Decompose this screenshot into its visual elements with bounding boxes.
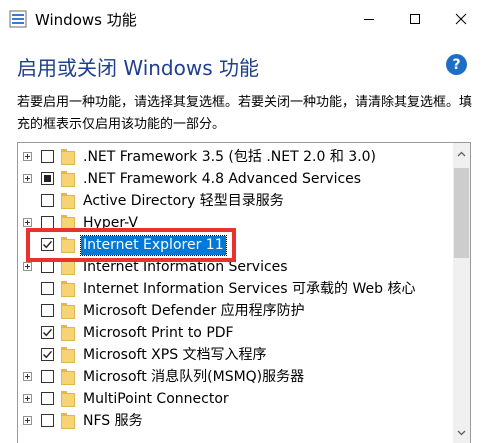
feature-checkbox[interactable]	[41, 238, 54, 251]
help-icon[interactable]: ?	[446, 54, 467, 75]
folder-icon	[61, 303, 75, 319]
folder-icon	[61, 171, 75, 187]
feature-row[interactable]: .NET Framework 4.8 Advanced Services	[18, 169, 452, 191]
folder-icon	[61, 215, 75, 231]
folder-icon	[61, 413, 75, 429]
folder-icon	[61, 347, 75, 363]
feature-label: Internet Information Services	[83, 259, 288, 275]
title-bar: Windows 功能	[0, 0, 484, 38]
folder-icon	[61, 281, 75, 297]
checkmark-icon	[43, 328, 53, 337]
feature-label: Active Directory 轻型目录服务	[83, 193, 284, 209]
feature-checkbox[interactable]	[41, 348, 54, 361]
scroll-down-button[interactable]	[453, 424, 470, 441]
feature-label: .NET Framework 3.5 (包括 .NET 2.0 和 3.0)	[83, 149, 377, 165]
checkmark-icon	[43, 240, 53, 249]
scroll-up-button[interactable]	[453, 145, 470, 162]
feature-checkbox[interactable]	[41, 304, 54, 317]
expand-icon[interactable]	[23, 152, 32, 161]
feature-checkbox[interactable]	[41, 194, 54, 207]
feature-row[interactable]: NFS 服务	[18, 411, 452, 433]
feature-row[interactable]: Internet Explorer 11	[18, 235, 452, 257]
folder-icon	[61, 369, 75, 385]
feature-row[interactable]: Active Directory 轻型目录服务	[18, 191, 452, 213]
windows-features-icon	[9, 10, 27, 28]
feature-checkbox[interactable]	[41, 260, 54, 273]
feature-label: Hyper-V	[83, 215, 138, 231]
feature-label: .NET Framework 4.8 Advanced Services	[83, 171, 362, 187]
feature-checkbox[interactable]	[41, 326, 54, 339]
window-title: Windows 功能	[35, 11, 137, 29]
feature-row[interactable]: Internet Information Services	[18, 257, 452, 279]
feature-checkbox[interactable]	[41, 392, 54, 405]
minimize-button[interactable]	[346, 0, 392, 38]
feature-label: Microsoft XPS 文档写入程序	[83, 347, 267, 363]
feature-checkbox[interactable]	[41, 370, 54, 383]
maximize-button[interactable]	[392, 0, 438, 38]
expand-icon[interactable]	[23, 218, 32, 227]
feature-tree[interactable]: .NET Framework 3.5 (包括 .NET 2.0 和 3.0) .N…	[17, 142, 471, 443]
feature-checkbox[interactable]	[41, 414, 54, 427]
chevron-down-icon	[457, 430, 466, 435]
feature-label: NFS 服务	[83, 413, 143, 429]
feature-row[interactable]: Hyper-V	[18, 213, 452, 235]
feature-row[interactable]: Microsoft Print to PDF	[18, 323, 452, 345]
feature-row[interactable]: Microsoft 消息队列(MSMQ)服务器	[18, 367, 452, 389]
feature-label: Microsoft 消息队列(MSMQ)服务器	[83, 369, 305, 385]
scroll-thumb[interactable]	[454, 168, 469, 258]
feature-row[interactable]: Microsoft Defender 应用程序防护	[18, 301, 452, 323]
feature-label: Internet Explorer 11	[80, 235, 227, 256]
expand-icon[interactable]	[23, 372, 32, 381]
page-heading: 启用或关闭 Windows 功能	[17, 56, 259, 80]
close-icon	[455, 13, 467, 25]
feature-label: Microsoft Print to PDF	[83, 325, 234, 341]
feature-row[interactable]: .NET Framework 3.5 (包括 .NET 2.0 和 3.0)	[18, 147, 452, 169]
feature-label: MultiPoint Connector	[83, 391, 229, 407]
feature-row[interactable]: Microsoft XPS 文档写入程序	[18, 345, 452, 367]
expand-icon[interactable]	[23, 174, 32, 183]
feature-label: Microsoft Defender 应用程序防护	[83, 303, 305, 319]
expand-icon[interactable]	[23, 416, 32, 425]
expand-icon[interactable]	[23, 262, 32, 271]
folder-icon	[61, 391, 75, 407]
description-text: 若要启用一种功能，请选择其复选框。若要关闭一种功能，请清除其复选框。填充的框表示…	[17, 95, 473, 132]
feature-row[interactable]: Internet Information Services 可承载的 Web 核…	[18, 279, 452, 301]
feature-label: Internet Information Services 可承载的 Web 核…	[83, 281, 416, 297]
feature-checkbox[interactable]	[41, 216, 54, 229]
feature-checkbox[interactable]	[41, 282, 54, 295]
folder-icon	[61, 259, 75, 275]
folder-icon	[61, 149, 75, 165]
feature-row[interactable]: MultiPoint Connector	[18, 389, 452, 411]
expand-icon[interactable]	[23, 394, 32, 403]
feature-checkbox[interactable]	[41, 150, 54, 163]
checkmark-icon	[43, 350, 53, 359]
vertical-scrollbar[interactable]	[453, 143, 470, 443]
folder-icon	[61, 193, 75, 209]
folder-icon	[61, 325, 75, 341]
minimize-icon	[364, 19, 374, 20]
maximize-icon	[410, 14, 420, 24]
close-button[interactable]	[438, 0, 484, 38]
folder-icon	[61, 237, 75, 253]
feature-checkbox[interactable]	[41, 172, 54, 185]
chevron-up-icon	[457, 151, 466, 156]
